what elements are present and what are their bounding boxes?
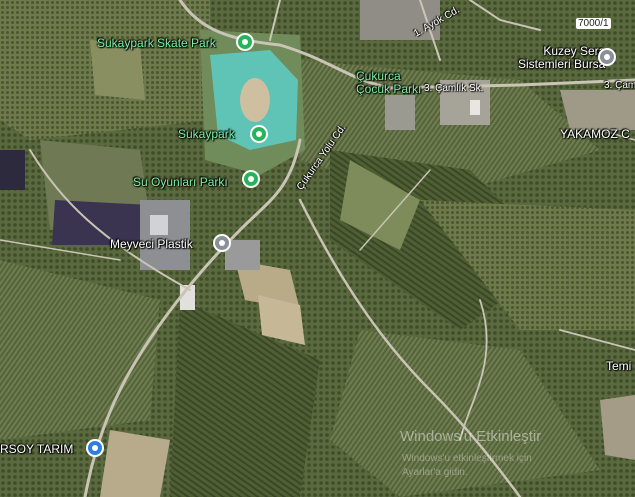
label-ersoy[interactable]: RSOY TARIM — [0, 443, 73, 456]
park-pin-icon[interactable] — [250, 125, 268, 143]
label-kuzey-sera-text: Kuzey Sera Sistemleri Bursa — [518, 44, 606, 71]
road-label-camlik-right: 3. Çam — [604, 80, 635, 91]
park-pin-icon[interactable] — [242, 170, 260, 188]
business-pin-icon[interactable] — [598, 48, 616, 66]
watermark-title: Windows'u Etkinleştir — [400, 428, 542, 445]
label-yakamoz[interactable]: YAKAMOZ C — [560, 128, 630, 141]
label-kuzey-sera[interactable]: Kuzey Sera Sistemleri Bursa — [518, 45, 605, 71]
label-cukurca-park[interactable]: Çukurca Çocuk Parkı — [356, 70, 421, 96]
label-temi[interactable]: Temi — [606, 360, 631, 373]
shop-pin-icon[interactable] — [86, 439, 104, 457]
label-su-oyunlari[interactable]: Su Oyunları Parkı — [133, 176, 228, 189]
label-skate-park[interactable]: Sukaypark Skate Park — [97, 37, 216, 50]
plus-code-badge: 7000/1 — [576, 18, 611, 29]
watermark-subtitle2: Ayarlar'a gidin. — [402, 467, 468, 478]
watermark-subtitle: Windows'u etkinleştirmek için — [402, 453, 532, 464]
satellite-map[interactable] — [0, 0, 635, 497]
label-meyveci[interactable]: Meyveci Plastik — [110, 238, 193, 251]
park-pin-icon[interactable] — [236, 33, 254, 51]
business-pin-icon[interactable] — [213, 234, 231, 252]
road-label-camlik: 3. Çamlık Sk. — [424, 83, 484, 94]
label-cukurca-park-text: Çukurca Çocuk Parkı — [356, 69, 422, 96]
label-sukaypark[interactable]: Sukaypark — [178, 128, 235, 141]
